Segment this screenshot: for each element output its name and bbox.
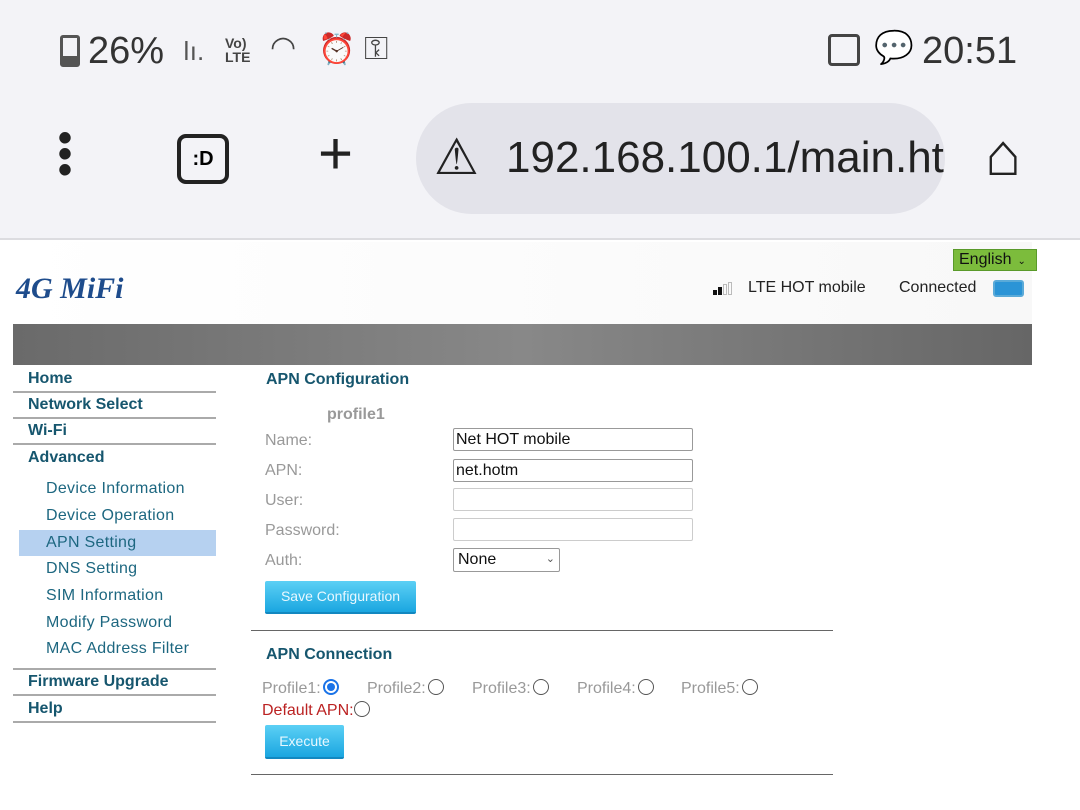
battery-percent: 26%	[88, 30, 165, 72]
name-label: Name:	[265, 432, 313, 449]
sidebar-item-home[interactable]: Home	[13, 367, 216, 393]
home-icon[interactable]: ⌂	[985, 120, 1021, 189]
chevron-down-icon: ⌄	[545, 553, 555, 565]
network-type: LTE	[225, 49, 251, 65]
profile5-label: Profile5:	[681, 680, 740, 697]
url-text[interactable]: 192.168.100.1/main.ht	[506, 133, 944, 183]
sidebar-item-help[interactable]: Help	[13, 697, 216, 723]
sidebar-item-firmware-upgrade[interactable]: Firmware Upgrade	[13, 670, 216, 696]
default-apn-radio[interactable]	[353, 701, 370, 717]
clock: 20:51	[922, 30, 1018, 72]
profile1-radio[interactable]	[322, 679, 339, 695]
profile1-label: Profile1:	[262, 680, 321, 697]
auth-select[interactable]: None ⌄	[453, 548, 560, 572]
password-label: Password:	[265, 522, 340, 539]
sidebar-item-apn-setting[interactable]: APN Setting	[19, 530, 216, 556]
android-browser-chrome: 26% ǀı. Vo) LTE ◠ ⏰ ⚿ 💬 20:51 • • • :D + ⚠ …	[0, 0, 1080, 240]
apn-connection-title: APN Connection	[266, 646, 393, 663]
apn-label: APN:	[265, 462, 303, 479]
page-header	[13, 242, 1032, 324]
profile1-option[interactable]: Profile1:	[262, 679, 339, 698]
battery-icon	[60, 35, 80, 67]
sidebar-item-modify-password[interactable]: Modify Password	[19, 610, 216, 636]
auth-value: None	[458, 551, 497, 568]
connection-icon	[993, 280, 1024, 297]
profile2-option[interactable]: Profile2:	[367, 679, 444, 698]
execute-button[interactable]: Execute	[265, 725, 344, 759]
profile4-option[interactable]: Profile4:	[577, 679, 654, 698]
profile2-radio[interactable]	[427, 679, 444, 695]
new-tab-icon[interactable]: +	[318, 124, 353, 184]
logo: 4G MiFi	[16, 272, 124, 305]
name-input[interactable]: Net HOT mobile	[453, 428, 693, 451]
connection-status: Connected	[899, 279, 977, 296]
profile5-radio[interactable]	[741, 679, 758, 695]
wifi-icon: ◠	[270, 31, 297, 64]
sidebar-item-device-information[interactable]: Device Information	[19, 476, 216, 502]
password-input[interactable]	[453, 518, 693, 541]
profile5-option[interactable]: Profile5:	[681, 679, 758, 698]
sidebar-item-network-select[interactable]: Network Select	[13, 393, 216, 419]
save-configuration-button[interactable]: Save Configuration	[265, 581, 416, 614]
apn-input[interactable]: net.hotm	[453, 459, 693, 482]
chat-icon: 💬	[874, 29, 914, 65]
alarm-icon: ⏰	[318, 33, 356, 66]
profile3-option[interactable]: Profile3:	[472, 679, 549, 698]
tab-switcher-icon[interactable]: :D	[177, 134, 229, 184]
sidebar-item-advanced[interactable]: Advanced	[13, 446, 216, 472]
sidebar-item-wifi[interactable]: Wi-Fi	[13, 419, 216, 445]
menu-icon[interactable]: • • •	[58, 118, 72, 190]
profile2-label: Profile2:	[367, 680, 426, 697]
key-icon: ⚿	[364, 30, 389, 66]
signal-icon: ǀı.	[183, 36, 205, 66]
warning-icon: ⚠	[434, 129, 479, 185]
divider	[251, 774, 833, 775]
signal-strength-icon	[713, 282, 740, 295]
default-apn-option[interactable]: Default APN:	[262, 701, 370, 720]
language-select[interactable]: English ⌄	[953, 249, 1037, 271]
sidebar-item-mac-address-filter[interactable]: MAC Address Filter	[19, 636, 216, 662]
auth-label: Auth:	[265, 552, 303, 569]
apn-configuration-title: APN Configuration	[266, 371, 410, 388]
sidebar-item-dns-setting[interactable]: DNS Setting	[19, 556, 216, 582]
profile4-label: Profile4:	[577, 680, 636, 697]
sidebar-item-device-operation[interactable]: Device Operation	[19, 503, 216, 529]
sidebar-item-sim-information[interactable]: SIM Information	[19, 583, 216, 609]
user-label: User:	[265, 492, 304, 509]
divider	[251, 630, 833, 631]
chevron-down-icon: ⌄	[1017, 256, 1026, 267]
profile3-radio[interactable]	[532, 679, 549, 695]
profile3-label: Profile3:	[472, 680, 531, 697]
language-value: English	[959, 251, 1012, 268]
profile4-radio[interactable]	[637, 679, 654, 695]
user-input[interactable]	[453, 488, 693, 511]
volte-icon: Vo) LTE	[225, 35, 251, 65]
nav-banner	[13, 324, 1032, 365]
default-apn-label: Default APN:	[262, 702, 354, 719]
image-icon	[828, 34, 860, 66]
carrier-name: LTE HOT mobile	[748, 279, 866, 296]
profile-name: profile1	[327, 406, 385, 423]
